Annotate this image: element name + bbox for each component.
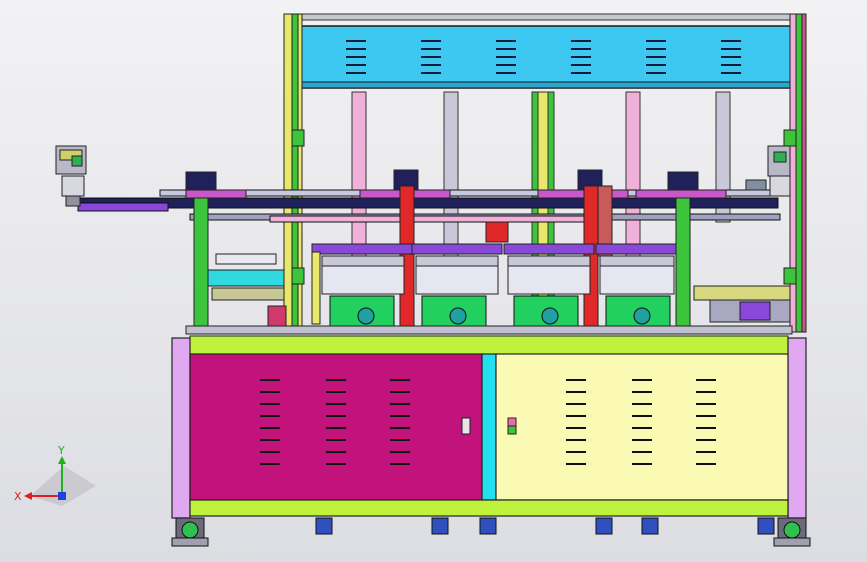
z-axis-origin bbox=[58, 492, 66, 500]
y-axis-label: Y bbox=[57, 444, 65, 457]
axis-triad[interactable]: Y X bbox=[14, 444, 96, 506]
x-axis-arrow-icon bbox=[24, 492, 32, 500]
worktop bbox=[185, 325, 793, 355]
leveling-feet bbox=[315, 517, 775, 535]
top-frame bbox=[285, 13, 807, 89]
cad-viewport[interactable]: Y X bbox=[0, 0, 867, 562]
right-gripper bbox=[745, 145, 791, 197]
x-axis-label: X bbox=[14, 490, 22, 503]
y-axis-arrow-icon bbox=[58, 456, 66, 464]
left-gripper bbox=[55, 145, 87, 207]
drive-motors bbox=[329, 295, 671, 327]
top-vent-panel bbox=[297, 25, 793, 89]
